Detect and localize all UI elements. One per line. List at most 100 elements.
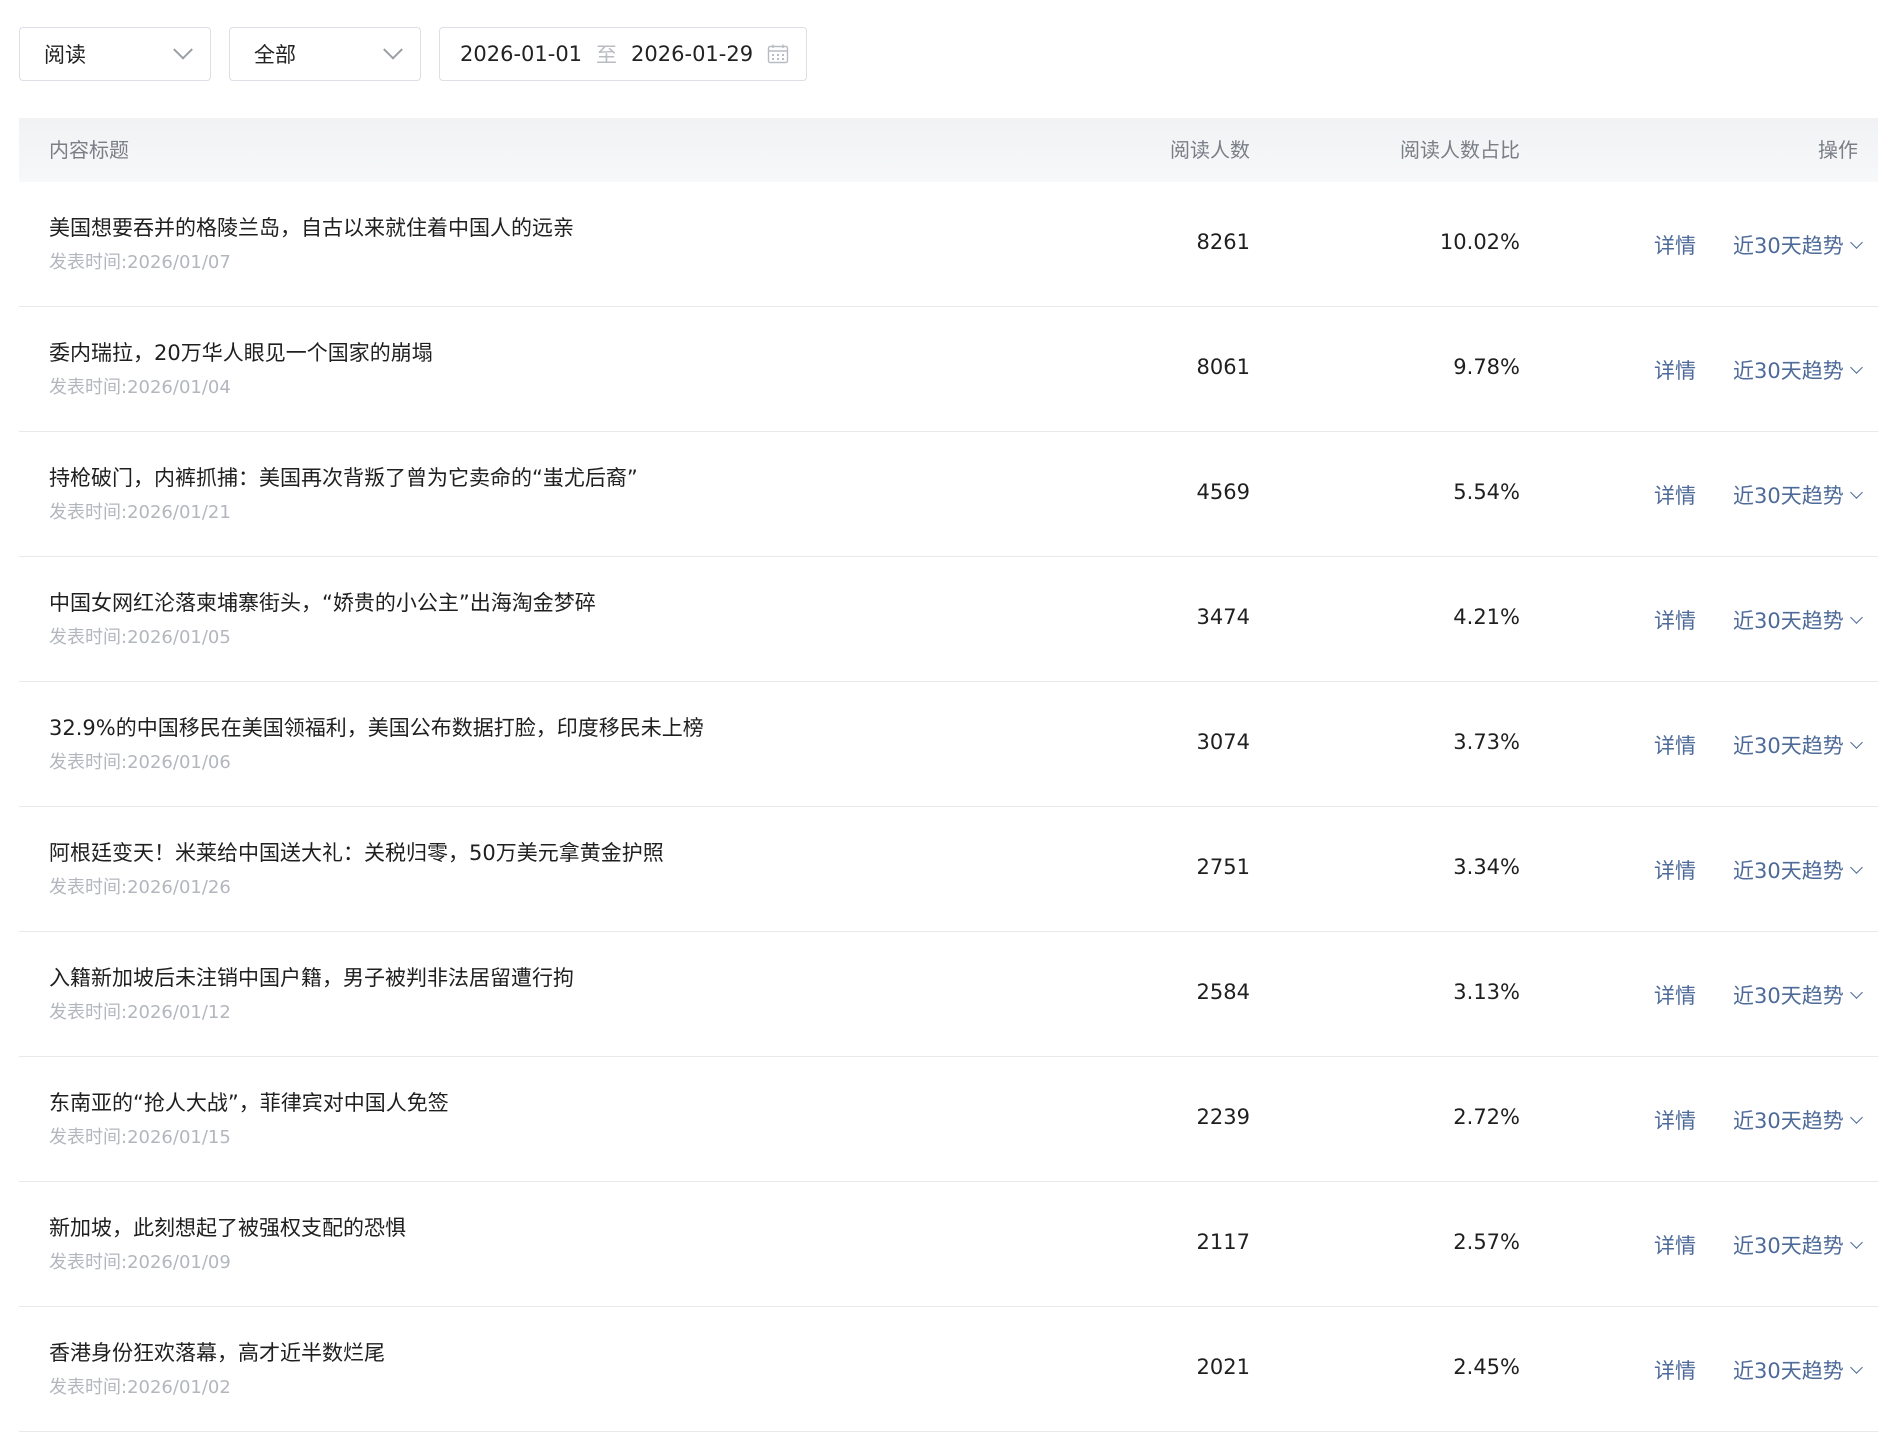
detail-link[interactable]: 详情 [1654,855,1696,885]
column-header-ratio[interactable]: 阅读人数占比 [1400,134,1520,163]
publish-date-value: 2026/01/21 [127,502,231,523]
table-row: 香港身份狂欢落幕，高才近半数烂尾 发表时间:2026/01/02 2021 2.45%… [19,1307,1878,1432]
chevron-down-icon [1849,986,1863,999]
article-title[interactable]: 香港身份狂欢落幕，高才近半数烂尾 [49,1337,385,1367]
chevron-down-icon [1849,361,1863,374]
trend-30d-dropdown[interactable]: 近30天趋势 [1733,1230,1863,1260]
reader-count: 8261 [1196,230,1250,254]
publish-date-value: 2026/01/12 [127,1002,231,1023]
content-stats-table: 内容标题 阅读人数 阅读人数占比 操作 美国想要吞并的格陵兰岛，自古以来就住着中… [19,118,1878,1432]
date-start-input[interactable]: 2026-01-01 [460,42,582,66]
reader-count: 4569 [1196,480,1250,504]
filter-bar: 阅读 全部 2026-01-01 至 2026-01-29 [19,27,807,81]
publish-date-value: 2026/01/04 [127,377,231,398]
trend-30d-dropdown[interactable]: 近30天趋势 [1733,980,1863,1010]
publish-date-label: 发表时间: [49,252,128,273]
detail-link[interactable]: 详情 [1654,1355,1696,1385]
publish-date: 发表时间:2026/01/09 [49,1248,231,1274]
reader-ratio: 3.13% [1453,980,1520,1004]
publish-date: 发表时间:2026/01/04 [49,373,231,399]
table-row: 持枪破门，内裤抓捕：美国再次背叛了曾为它卖命的“蚩尤后裔” 发表时间:2026/0… [19,432,1878,557]
article-title[interactable]: 东南亚的“抢人大战”，菲律宾对中国人免签 [49,1087,449,1117]
chevron-down-icon [1849,861,1863,874]
trend-30d-dropdown[interactable]: 近30天趋势 [1733,730,1863,760]
article-title[interactable]: 中国女网红沦落柬埔寨街头，“娇贵的小公主”出海淘金梦碎 [49,587,596,617]
trend-30d-label: 近30天趋势 [1733,609,1844,633]
table-row: 东南亚的“抢人大战”，菲律宾对中国人免签 发表时间:2026/01/15 2239 2… [19,1057,1878,1182]
detail-link[interactable]: 详情 [1654,605,1696,635]
trend-30d-dropdown[interactable]: 近30天趋势 [1733,1105,1863,1135]
date-end-input[interactable]: 2026-01-29 [631,42,753,66]
chevron-down-icon [383,39,403,60]
reader-ratio: 10.02% [1439,230,1520,254]
metric-type-value: 阅读 [44,43,86,67]
reader-count: 2021 [1196,1355,1250,1379]
detail-link[interactable]: 详情 [1654,1105,1696,1135]
date-range-picker[interactable]: 2026-01-01 至 2026-01-29 [439,27,807,81]
publish-date-value: 2026/01/15 [127,1127,231,1148]
reader-count: 2117 [1196,1230,1250,1254]
detail-link[interactable]: 详情 [1654,355,1696,385]
column-header-title: 内容标题 [49,138,129,162]
article-title[interactable]: 入籍新加坡后未注销中国户籍，男子被判非法居留遭行拘 [49,962,574,992]
reader-ratio: 2.45% [1453,1355,1520,1379]
publish-date: 发表时间:2026/01/21 [49,498,231,524]
scope-select[interactable]: 全部 [229,27,421,81]
trend-30d-dropdown[interactable]: 近30天趋势 [1733,355,1863,385]
reader-count: 2239 [1196,1105,1250,1129]
reader-ratio: 3.34% [1453,855,1520,879]
reader-ratio: 5.54% [1453,480,1520,504]
column-header-ops: 操作 [1818,138,1858,162]
chevron-down-icon [1849,1361,1863,1374]
trend-30d-dropdown[interactable]: 近30天趋势 [1733,855,1863,885]
publish-date-value: 2026/01/06 [127,752,231,773]
reader-count: 8061 [1196,355,1250,379]
publish-date: 发表时间:2026/01/26 [49,873,231,899]
metric-type-select[interactable]: 阅读 [19,27,211,81]
table-row: 阿根廷变天！米莱给中国送大礼：关税归零，50万美元拿黄金护照发表时间:2026/… [19,807,1878,932]
table-row: 委内瑞拉，20万华人眼见一个国家的崩塌发表时间:2026/01/04 8061 9.… [19,307,1878,432]
publish-date: 发表时间:2026/01/06 [49,748,231,774]
calendar-icon[interactable] [766,42,790,66]
table-body: 美国想要吞并的格陵兰岛，自古以来就住着中国人的远亲 发表时间:2026/01/07… [19,182,1878,1432]
publish-date-label: 发表时间: [49,502,128,523]
detail-link[interactable]: 详情 [1654,1230,1696,1260]
trend-30d-label: 近30天趋势 [1733,359,1844,383]
column-header-readers[interactable]: 阅读人数 [1170,134,1250,163]
publish-date-value: 2026/01/26 [127,877,231,898]
reader-count: 2584 [1196,980,1250,1004]
reader-count: 3074 [1196,730,1250,754]
detail-link[interactable]: 详情 [1654,730,1696,760]
article-title[interactable]: 新加坡，此刻想起了被强权支配的恐惧 [49,1212,406,1242]
trend-30d-label: 近30天趋势 [1733,859,1844,883]
chevron-down-icon [1849,236,1863,249]
publish-date-value: 2026/01/09 [127,1252,231,1273]
trend-30d-dropdown[interactable]: 近30天趋势 [1733,605,1863,635]
trend-30d-dropdown[interactable]: 近30天趋势 [1733,230,1863,260]
detail-link[interactable]: 详情 [1654,480,1696,510]
publish-date: 发表时间:2026/01/05 [49,623,231,649]
publish-date-label: 发表时间: [49,377,128,398]
publish-date-value: 2026/01/07 [127,252,231,273]
table-row: 新加坡，此刻想起了被强权支配的恐惧 发表时间:2026/01/09 2117 2.57… [19,1182,1878,1307]
chevron-down-icon [1849,486,1863,499]
article-title[interactable]: 阿根廷变天！米莱给中国送大礼：关税归零，50万美元拿黄金护照 [49,837,664,867]
article-title[interactable]: 持枪破门，内裤抓捕：美国再次背叛了曾为它卖命的“蚩尤后裔” [49,462,638,492]
publish-date-label: 发表时间: [49,1127,128,1148]
detail-link[interactable]: 详情 [1654,980,1696,1010]
detail-link[interactable]: 详情 [1654,230,1696,260]
chevron-down-icon [1849,1111,1863,1124]
trend-30d-dropdown[interactable]: 近30天趋势 [1733,480,1863,510]
table-row: 入籍新加坡后未注销中国户籍，男子被判非法居留遭行拘 发表时间:2026/01/12… [19,932,1878,1057]
scope-value: 全部 [254,43,296,67]
reader-ratio: 9.78% [1453,355,1520,379]
trend-30d-label: 近30天趋势 [1733,1109,1844,1133]
chevron-down-icon [1849,611,1863,624]
article-title[interactable]: 委内瑞拉，20万华人眼见一个国家的崩塌 [49,337,433,367]
article-title[interactable]: 美国想要吞并的格陵兰岛，自古以来就住着中国人的远亲 [49,212,574,242]
chevron-down-icon [173,39,193,60]
publish-date-label: 发表时间: [49,752,128,773]
trend-30d-dropdown[interactable]: 近30天趋势 [1733,1355,1863,1385]
article-title[interactable]: 32.9%的中国移民在美国领福利，美国公布数据打脸，印度移民未上榜 [49,712,704,742]
table-row: 32.9%的中国移民在美国领福利，美国公布数据打脸，印度移民未上榜发表时间:20… [19,682,1878,807]
